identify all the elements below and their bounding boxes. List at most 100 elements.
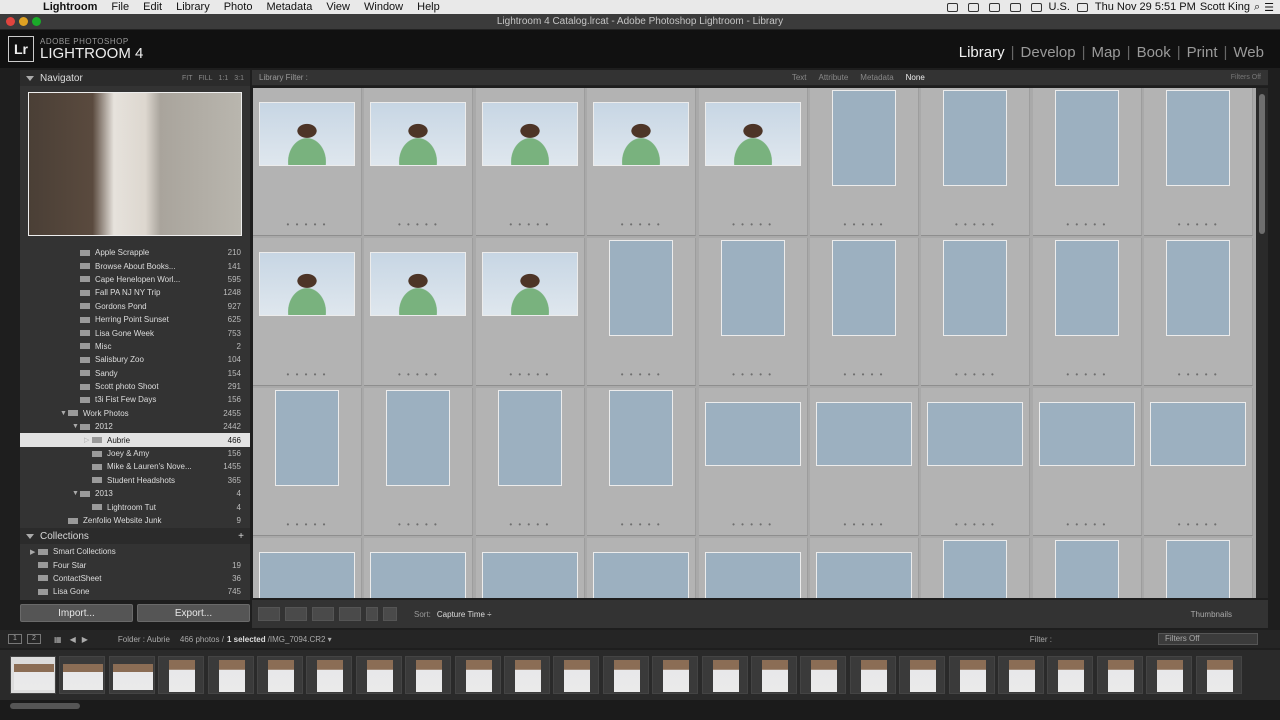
grid-cell[interactable]: • • • • • <box>253 88 362 236</box>
folder-row[interactable]: Misc 2 <box>20 340 250 353</box>
folder-row[interactable]: t3i Fist Few Days 156 <box>20 393 250 406</box>
forward-arrow-icon[interactable]: ▶ <box>82 635 88 644</box>
collections-header[interactable]: Collections + <box>20 528 250 544</box>
filmstrip-thumbnail[interactable] <box>652 656 699 694</box>
filmstrip-thumbnail[interactable] <box>158 656 205 694</box>
input-source[interactable]: U.S. <box>1049 1 1070 13</box>
loupe-view-button[interactable] <box>285 607 307 621</box>
photo-thumbnail[interactable] <box>370 552 467 598</box>
photo-thumbnail[interactable] <box>1054 240 1119 336</box>
photo-thumbnail[interactable] <box>832 90 896 186</box>
module-web[interactable]: Web <box>1227 44 1270 61</box>
filter-preset[interactable]: Filters Off <box>1231 74 1261 81</box>
filmstrip-thumbnail[interactable] <box>998 656 1044 694</box>
rating-dots[interactable]: • • • • • <box>1144 220 1252 229</box>
grid-cell[interactable]: • • • • • <box>587 388 697 536</box>
rating-dots[interactable]: • • • • • <box>364 370 472 379</box>
module-print[interactable]: Print <box>1181 44 1224 61</box>
filter-attribute[interactable]: Attribute <box>813 73 855 82</box>
disclosure-triangle-icon[interactable]: ▶ <box>30 548 38 556</box>
grid-cell[interactable]: • • • • • <box>364 238 474 386</box>
folder-row[interactable]: Scott photo Shoot 291 <box>20 380 250 393</box>
rating-dots[interactable]: • • • • • <box>1144 520 1252 529</box>
rating-dots[interactable]: • • • • • <box>587 520 695 529</box>
nav-fit[interactable]: FIT <box>182 75 193 82</box>
rating-dots[interactable]: • • • • • <box>364 520 472 529</box>
filmstrip-thumbnail[interactable] <box>405 656 452 694</box>
photo-thumbnail[interactable] <box>609 240 674 336</box>
rating-dots[interactable]: • • • • • <box>1033 520 1141 529</box>
main-window-button[interactable]: 1 <box>8 634 22 644</box>
rating-dots[interactable]: • • • • • <box>921 220 1029 229</box>
grid-cell[interactable]: • • • • • <box>364 88 474 236</box>
rating-dots[interactable]: • • • • • <box>810 220 918 229</box>
photo-thumbnail[interactable] <box>720 240 785 336</box>
photo-thumbnail[interactable] <box>370 252 467 316</box>
filmstrip-scrollbar[interactable] <box>10 703 80 709</box>
grid-cell[interactable]: • • • • • <box>1144 388 1254 536</box>
photo-thumbnail[interactable] <box>943 90 1008 186</box>
folder-row[interactable]: Zenfolio Website Junk 9 <box>20 514 250 526</box>
grid-cell[interactable]: • • • • • <box>587 88 697 236</box>
photo-thumbnail[interactable] <box>816 402 912 466</box>
photo-thumbnail[interactable] <box>481 552 578 598</box>
photo-thumbnail[interactable] <box>943 240 1008 336</box>
filter-none[interactable]: None <box>900 73 931 82</box>
photo-thumbnail[interactable] <box>259 552 355 598</box>
collection-row[interactable]: ContactSheet 36 <box>20 572 250 585</box>
rating-dots[interactable]: • • • • • <box>1033 220 1141 229</box>
grid-cell[interactable]: • • • • • <box>587 238 697 386</box>
nav-fill[interactable]: FILL <box>199 75 213 82</box>
grid-cell[interactable]: • • • • • <box>1144 538 1254 598</box>
photo-thumbnail[interactable] <box>704 552 801 598</box>
filmstrip-thumbnail[interactable] <box>849 656 896 694</box>
export-button[interactable]: Export... <box>137 604 250 622</box>
photo-thumbnail[interactable] <box>609 390 674 486</box>
scrollbar-thumb[interactable] <box>1259 94 1265 234</box>
filmstrip-thumbnail[interactable] <box>899 656 946 694</box>
collection-row[interactable]: Four Star 19 <box>20 558 250 571</box>
filmstrip-thumbnail[interactable] <box>207 656 254 694</box>
folder-row[interactable]: ▼ 2012 2442 <box>20 420 250 433</box>
thumbnail-size-slider[interactable]: Thumbnails <box>1191 610 1232 619</box>
import-button[interactable]: Import... <box>20 604 133 622</box>
grid-cell[interactable]: • • • • • <box>253 538 362 598</box>
grid-cell[interactable]: • • • • • <box>475 88 585 236</box>
folder-row[interactable]: ▼ Work Photos 2455 <box>20 407 250 420</box>
rating-dots[interactable]: • • • • • <box>699 370 807 379</box>
filmstrip-thumbnail[interactable] <box>1047 656 1094 694</box>
grid-cell[interactable]: • • • • • <box>921 238 1031 386</box>
filmstrip-thumbnail[interactable] <box>948 656 995 694</box>
folder-row[interactable]: Student Headshots 365 <box>20 474 250 487</box>
nav-3to1[interactable]: 3:1 <box>234 75 244 82</box>
folder-row[interactable]: Gordons Pond 927 <box>20 300 250 313</box>
filter-metadata[interactable]: Metadata <box>854 73 899 82</box>
rating-dots[interactable]: • • • • • <box>476 520 584 529</box>
menu-metadata[interactable]: Metadata <box>259 0 319 14</box>
filmstrip-thumbnail[interactable] <box>553 656 600 694</box>
filmstrip-thumbnail[interactable] <box>306 656 353 694</box>
filmstrip-filter-select[interactable]: Filters Off <box>1158 633 1258 645</box>
photo-thumbnail[interactable] <box>1166 240 1231 336</box>
grid-cell[interactable]: • • • • • <box>698 538 808 598</box>
rating-dots[interactable]: • • • • • <box>699 220 807 229</box>
photo-thumbnail[interactable] <box>370 102 467 166</box>
menu-photo[interactable]: Photo <box>217 0 260 14</box>
filmstrip-thumbnail[interactable] <box>602 656 649 694</box>
rating-dots[interactable]: • • • • • <box>253 220 361 229</box>
photo-thumbnail[interactable] <box>593 552 690 598</box>
notification-list-icon[interactable]: ☰ <box>1264 1 1274 14</box>
grid-cell[interactable]: • • • • • <box>698 88 808 236</box>
navigator-header[interactable]: Navigator FIT FILL 1:1 3:1 <box>20 70 250 86</box>
photo-thumbnail[interactable] <box>275 390 339 486</box>
selected-filename[interactable]: /IMG_7094.CR2 ▾ <box>268 635 332 644</box>
grid-cell[interactable]: • • • • • <box>921 388 1031 536</box>
menu-library[interactable]: Library <box>169 0 217 14</box>
filmstrip-thumbnail[interactable] <box>1096 656 1143 694</box>
rating-dots[interactable]: • • • • • <box>1033 370 1141 379</box>
filmstrip-thumbnail[interactable] <box>108 656 155 694</box>
wifi-icon[interactable] <box>1076 2 1088 12</box>
photo-thumbnail[interactable] <box>259 252 355 316</box>
grid-cell[interactable]: • • • • • <box>921 88 1031 236</box>
menubar-clock[interactable]: Thu Nov 29 5:51 PM <box>1095 1 1196 13</box>
